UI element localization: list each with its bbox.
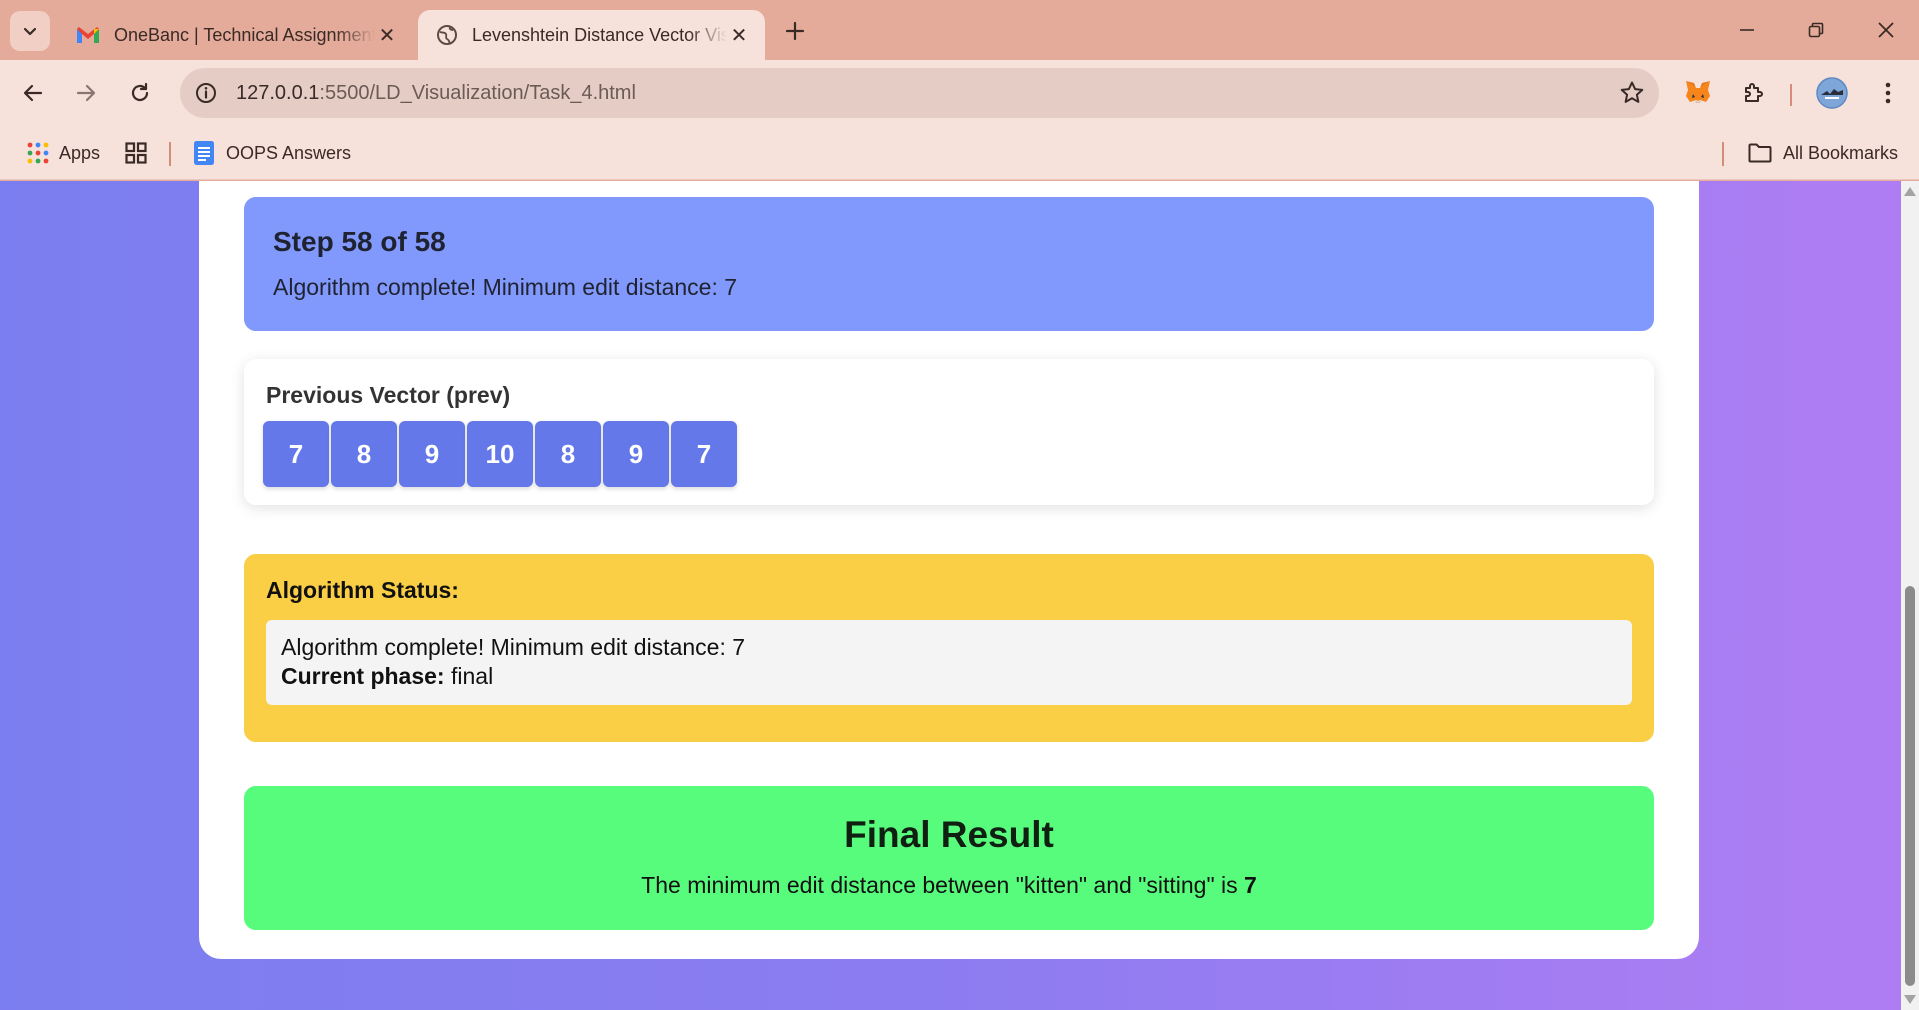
restore-button[interactable] [1796, 12, 1836, 48]
star-icon[interactable] [1619, 80, 1645, 106]
toolbar-divider [1790, 84, 1792, 106]
bookmarks-bar: Apps OOPS Answers All Bookmarks [0, 126, 1919, 180]
reload-button[interactable] [121, 74, 159, 112]
page-scrollbar[interactable] [1901, 181, 1919, 1010]
extensions-button[interactable] [1737, 76, 1771, 110]
restore-icon [1808, 22, 1824, 38]
bookmark-grid[interactable] [125, 138, 147, 168]
vector-cell: 8 [535, 421, 601, 487]
final-result-panel: Final Result The minimum edit distance b… [244, 786, 1654, 930]
back-button[interactable] [14, 74, 52, 112]
current-phase-line: Current phase: final [281, 662, 1617, 691]
url-text[interactable]: 127.0.0.1:5500/LD_Visualization/Task_4.h… [236, 82, 636, 105]
tab-onebanc[interactable]: OneBanc | Technical Assignment ✕ [58, 10, 413, 60]
metamask-extension[interactable] [1681, 76, 1715, 110]
step-info-panel: Step 58 of 58 Algorithm complete! Minimu… [244, 197, 1654, 331]
tab-levenshtein[interactable]: Levenshtein Distance Vector Visualizatio… [418, 10, 765, 60]
phase-value: final [450, 663, 494, 689]
close-icon [1878, 22, 1894, 38]
previous-vector-title: Previous Vector (prev) [266, 382, 511, 408]
docs-icon [194, 141, 214, 165]
bookmark-apps-label: Apps [59, 142, 101, 163]
phase-label: Current phase: [281, 663, 445, 689]
url-host: 127.0.0.1 [236, 82, 320, 104]
vector-cell: 9 [603, 421, 669, 487]
algorithm-status-panel: Algorithm Status: Algorithm complete! Mi… [244, 554, 1654, 742]
bookmark-divider [1722, 142, 1724, 166]
minimize-button[interactable] [1727, 12, 1767, 48]
new-tab-button[interactable] [778, 14, 812, 48]
metamask-icon [1686, 81, 1710, 103]
page-viewport[interactable]: Step 58 of 58 Algorithm complete! Minimu… [0, 181, 1919, 1010]
algorithm-status-box: Algorithm complete! Minimum edit distanc… [266, 620, 1632, 705]
browser-toolbar: 127.0.0.1:5500/LD_Visualization/Task_4.h… [0, 60, 1919, 126]
step-counter: Step 58 of 58 [273, 226, 446, 257]
algorithm-status-title: Algorithm Status: [266, 577, 459, 603]
scroll-up-arrow[interactable] [1904, 187, 1916, 196]
browser-menu-button[interactable] [1871, 76, 1905, 110]
vector-cell: 9 [399, 421, 465, 487]
info-icon[interactable] [194, 81, 218, 105]
avatar [1816, 77, 1848, 109]
bookmark-all-label: All Bookmarks [1783, 142, 1899, 163]
step-description: Algorithm complete! Minimum edit distanc… [273, 274, 738, 300]
scroll-down-arrow[interactable] [1904, 995, 1916, 1004]
close-icon[interactable]: ✕ [727, 23, 751, 48]
final-result-value: 7 [1244, 872, 1257, 898]
scroll-thumb[interactable] [1905, 586, 1915, 986]
forward-icon [76, 84, 96, 102]
tab-title: OneBanc | Technical Assignment [114, 24, 375, 45]
chevron-down-icon [23, 27, 37, 36]
url-path: :5500/LD_Visualization/Task_4.html [319, 82, 636, 104]
close-icon[interactable]: ✕ [375, 23, 399, 48]
tab-title: Levenshtein Distance Vector Visualizatio… [472, 24, 727, 45]
tab-search-button[interactable] [10, 11, 50, 51]
bookmark-all-bookmarks[interactable]: All Bookmarks [1748, 138, 1898, 168]
apps-grid-icon [27, 142, 49, 164]
minimize-icon [1740, 29, 1754, 31]
bookmark-oops-answers[interactable]: OOPS Answers [194, 138, 351, 168]
forward-button[interactable] [67, 74, 105, 112]
main-card: Step 58 of 58 Algorithm complete! Minimu… [199, 181, 1699, 959]
kebab-icon [1885, 82, 1891, 104]
final-result-text: The minimum edit distance between "kitte… [244, 872, 1654, 899]
close-window-button[interactable] [1866, 12, 1906, 48]
gmail-icon [77, 27, 99, 43]
back-icon [23, 84, 43, 102]
final-result-title: Final Result [844, 814, 1054, 855]
address-bar[interactable]: 127.0.0.1:5500/LD_Visualization/Task_4.h… [180, 68, 1659, 118]
previous-vector-cells: 7 8 9 10 8 9 7 [263, 421, 737, 487]
final-result-prefix: The minimum edit distance between "kitte… [641, 872, 1238, 898]
puzzle-icon [1745, 83, 1763, 102]
bookmark-apps[interactable]: Apps [27, 138, 100, 168]
globe-icon [437, 25, 457, 45]
profile-avatar-button[interactable] [1815, 76, 1849, 110]
vector-cell: 10 [467, 421, 533, 487]
reload-icon [131, 82, 149, 102]
tab-strip: OneBanc | Technical Assignment ✕ Levensh… [0, 0, 1919, 60]
vector-cell: 7 [671, 421, 737, 487]
vector-cell: 7 [263, 421, 329, 487]
grid-icon [125, 142, 147, 164]
bookmark-divider [169, 142, 171, 166]
folder-icon [1748, 143, 1772, 163]
previous-vector-panel: Previous Vector (prev) 7 8 9 10 8 9 7 [244, 359, 1654, 505]
vector-cell: 8 [331, 421, 397, 487]
plus-icon [785, 21, 805, 41]
status-message: Algorithm complete! Minimum edit distanc… [281, 634, 746, 660]
bookmark-oops-label: OOPS Answers [226, 142, 352, 163]
